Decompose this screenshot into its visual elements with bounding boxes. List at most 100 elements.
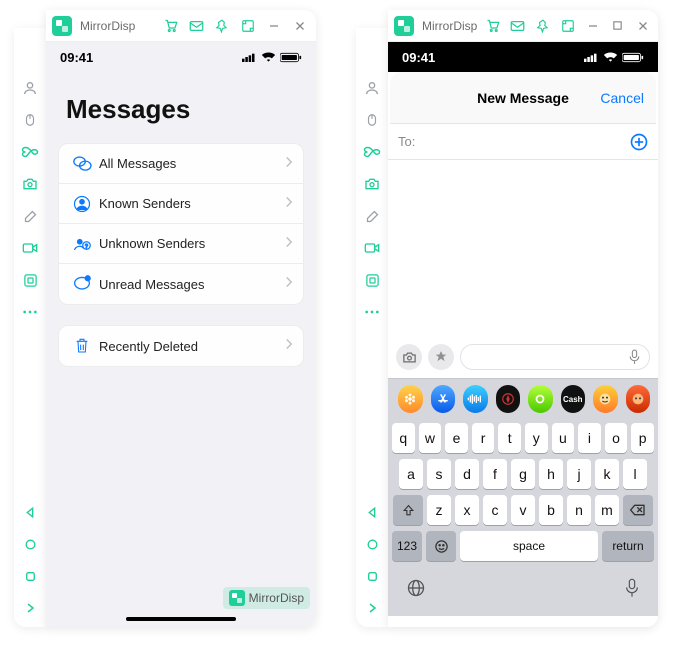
- cancel-button[interactable]: Cancel: [600, 90, 644, 106]
- key-t[interactable]: t: [498, 423, 521, 453]
- sidebar-record-icon[interactable]: [356, 233, 388, 263]
- key-o[interactable]: o: [605, 423, 628, 453]
- key-x[interactable]: x: [455, 495, 479, 525]
- sidebar-screen-icon[interactable]: [356, 265, 388, 295]
- titlebar-minimize-icon[interactable]: [264, 16, 284, 36]
- add-recipient-button[interactable]: [628, 131, 650, 153]
- titlebar-fullscreen-icon[interactable]: [558, 16, 577, 36]
- compose-area[interactable]: [388, 160, 658, 340]
- app-fitness-icon[interactable]: [528, 385, 553, 413]
- key-p[interactable]: p: [631, 423, 654, 453]
- filter-all-messages[interactable]: All Messages: [59, 144, 303, 184]
- sidebar-more-icon[interactable]: [14, 297, 46, 327]
- key-j[interactable]: j: [567, 459, 591, 489]
- sidebar-edit-icon[interactable]: [14, 201, 46, 231]
- key-return[interactable]: return: [602, 531, 654, 561]
- key-n[interactable]: n: [567, 495, 591, 525]
- sidebar-edit-icon[interactable]: [356, 201, 388, 231]
- key-y[interactable]: y: [525, 423, 548, 453]
- key-numbers[interactable]: 123: [392, 531, 422, 561]
- key-q[interactable]: q: [392, 423, 415, 453]
- key-l[interactable]: l: [623, 459, 647, 489]
- sidebar-square-icon[interactable]: [356, 561, 388, 591]
- sidebar-infinity-icon[interactable]: [356, 137, 388, 167]
- sidebar-camera-icon[interactable]: [356, 169, 388, 199]
- sidebar-record-icon[interactable]: [14, 233, 46, 263]
- sidebar-camera-icon[interactable]: [14, 169, 46, 199]
- key-backspace[interactable]: [623, 495, 653, 525]
- titlebar-fullscreen-icon[interactable]: [238, 16, 258, 36]
- key-emoji[interactable]: [426, 531, 456, 561]
- app-appstore-icon[interactable]: [431, 385, 456, 413]
- camera-button[interactable]: [396, 344, 422, 370]
- statusbar-time: 09:41: [60, 50, 93, 65]
- app-sticker-icon[interactable]: [626, 385, 651, 413]
- titlebar-close-icon[interactable]: [633, 16, 652, 36]
- wifi-icon: [603, 52, 618, 63]
- sidebar-collapse-icon[interactable]: [366, 597, 378, 619]
- key-f[interactable]: f: [483, 459, 507, 489]
- app-audio-icon[interactable]: [463, 385, 488, 413]
- key-m[interactable]: m: [595, 495, 619, 525]
- key-a[interactable]: a: [399, 459, 423, 489]
- key-w[interactable]: w: [419, 423, 442, 453]
- filter-recently-deleted[interactable]: Recently Deleted: [59, 326, 303, 366]
- titlebar-maximize-icon[interactable]: [608, 16, 627, 36]
- key-h[interactable]: h: [539, 459, 563, 489]
- key-z[interactable]: z: [427, 495, 451, 525]
- appstore-button[interactable]: [428, 344, 454, 370]
- key-u[interactable]: u: [552, 423, 575, 453]
- to-field-row[interactable]: To:: [388, 124, 658, 160]
- sidebar-more-icon[interactable]: [356, 297, 388, 327]
- wifi-icon: [261, 52, 276, 63]
- home-indicator[interactable]: [126, 617, 236, 621]
- key-c[interactable]: c: [483, 495, 507, 525]
- sidebar-square-icon[interactable]: [14, 561, 46, 591]
- dictate-icon[interactable]: [624, 577, 640, 604]
- key-s[interactable]: s: [427, 459, 451, 489]
- message-text-input[interactable]: [460, 344, 650, 370]
- titlebar-minimize-icon[interactable]: [583, 16, 602, 36]
- sidebar-mouse-icon[interactable]: [14, 105, 46, 135]
- key-d[interactable]: d: [455, 459, 479, 489]
- app-cash-icon[interactable]: Cash: [561, 385, 586, 413]
- filter-known-senders[interactable]: Known Senders: [59, 184, 303, 224]
- filter-label: All Messages: [99, 156, 285, 171]
- sidebar-back-icon[interactable]: [356, 497, 388, 527]
- statusbar: 09:41: [46, 42, 316, 72]
- app-compass-icon[interactable]: [496, 385, 521, 413]
- key-g[interactable]: g: [511, 459, 535, 489]
- filter-unknown-senders[interactable]: ? Unknown Senders: [59, 224, 303, 264]
- sidebar-circle-icon[interactable]: [14, 529, 46, 559]
- sidebar-back-icon[interactable]: [14, 497, 46, 527]
- key-space[interactable]: space: [460, 531, 598, 561]
- chat-bubbles-icon: [65, 155, 99, 173]
- key-shift[interactable]: [393, 495, 423, 525]
- titlebar-pin-icon[interactable]: [212, 16, 232, 36]
- filter-label: Unread Messages: [99, 277, 285, 292]
- sidebar-circle-icon[interactable]: [356, 529, 388, 559]
- app-memoji-icon[interactable]: [593, 385, 618, 413]
- titlebar-mail-icon[interactable]: [508, 16, 527, 36]
- app-name: MirrorDisp: [80, 19, 135, 33]
- key-k[interactable]: k: [595, 459, 619, 489]
- key-b[interactable]: b: [539, 495, 563, 525]
- key-e[interactable]: e: [445, 423, 468, 453]
- titlebar-close-icon[interactable]: [290, 16, 310, 36]
- key-i[interactable]: i: [578, 423, 601, 453]
- globe-icon[interactable]: [406, 578, 426, 603]
- titlebar-pin-icon[interactable]: [533, 16, 552, 36]
- sidebar-screen-icon[interactable]: [14, 265, 46, 295]
- titlebar-mail-icon[interactable]: [186, 16, 206, 36]
- app-photos-icon[interactable]: [398, 385, 423, 413]
- key-v[interactable]: v: [511, 495, 535, 525]
- key-r[interactable]: r: [472, 423, 495, 453]
- sidebar-mouse-icon[interactable]: [356, 105, 388, 135]
- sidebar-user-icon[interactable]: [356, 73, 388, 103]
- sidebar-infinity-icon[interactable]: [14, 137, 46, 167]
- titlebar-cart-icon[interactable]: [483, 16, 502, 36]
- sidebar-collapse-icon[interactable]: [24, 597, 36, 619]
- filter-unread-messages[interactable]: Unread Messages: [59, 264, 303, 304]
- titlebar-cart-icon[interactable]: [160, 16, 180, 36]
- sidebar-user-icon[interactable]: [14, 73, 46, 103]
